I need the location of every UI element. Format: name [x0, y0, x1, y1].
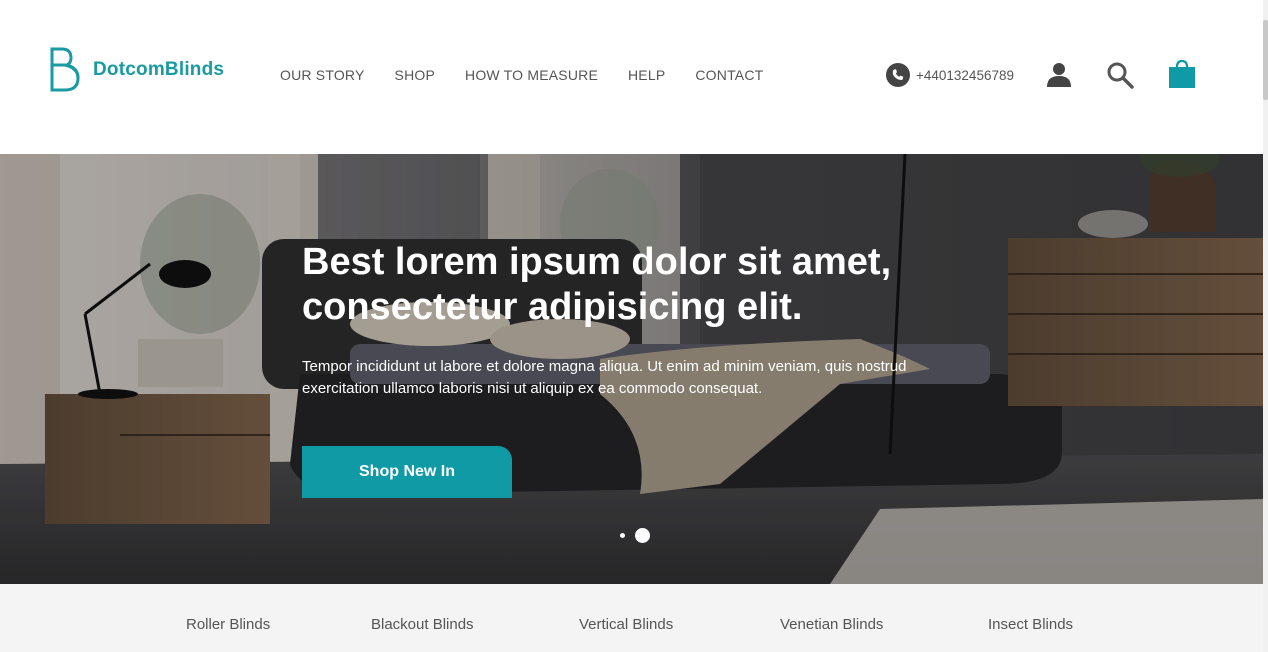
- nav-help[interactable]: HELP: [628, 67, 665, 83]
- main-nav: OUR STORY SHOP HOW TO MEASURE HELP CONTA…: [280, 67, 793, 83]
- cart-button[interactable]: [1168, 59, 1196, 94]
- hero-subtitle: Tempor incididunt ut labore et dolore ma…: [302, 356, 962, 400]
- site-header: DotcomBlinds OUR STORY SHOP HOW TO MEASU…: [0, 0, 1268, 154]
- nav-shop[interactable]: SHOP: [395, 67, 435, 83]
- category-vertical-blinds[interactable]: Vertical Blinds: [579, 616, 673, 633]
- user-icon: [1047, 63, 1071, 87]
- phone-link[interactable]: +440132456789: [886, 63, 1014, 87]
- hero-title: Best lorem ipsum dolor sit amet, consect…: [302, 240, 1022, 330]
- b-letter-logo-icon: [50, 47, 80, 92]
- search-icon: [1107, 62, 1134, 89]
- phone-icon: [886, 63, 910, 87]
- nav-how-to-measure[interactable]: HOW TO MEASURE: [465, 67, 598, 83]
- scrollbar-thumb[interactable]: [1263, 20, 1268, 100]
- category-blackout-blinds[interactable]: Blackout Blinds: [371, 616, 474, 633]
- category-roller-blinds[interactable]: Roller Blinds: [186, 616, 270, 633]
- account-button[interactable]: [1046, 61, 1072, 92]
- hero-subtitle-line-1: Tempor incididunt ut labore et dolore ma…: [302, 358, 907, 375]
- carousel-dot-1[interactable]: [620, 533, 625, 538]
- brand-logo[interactable]: DotcomBlinds: [49, 47, 224, 92]
- shop-new-in-button[interactable]: Shop New In: [302, 446, 512, 498]
- phone-number: +440132456789: [916, 67, 1014, 83]
- page-scrollbar[interactable]: [1263, 0, 1268, 652]
- brand-name: DotcomBlinds: [93, 58, 225, 80]
- category-insect-blinds[interactable]: Insect Blinds: [988, 616, 1073, 633]
- hero-banner: Best lorem ipsum dolor sit amet, consect…: [0, 154, 1263, 584]
- hero-title-line-1: Best lorem ipsum dolor sit amet,: [302, 241, 892, 283]
- shopping-bag-icon: [1169, 59, 1195, 88]
- hero-title-line-2: consectetur adipisicing elit.: [302, 286, 803, 328]
- category-bar: Roller Blinds Blackout Blinds Vertical B…: [0, 584, 1263, 652]
- carousel-dot-2-active[interactable]: [635, 528, 650, 543]
- nav-contact[interactable]: CONTACT: [695, 67, 763, 83]
- carousel-dots: [620, 528, 650, 543]
- nav-our-story[interactable]: OUR STORY: [280, 67, 365, 83]
- category-venetian-blinds[interactable]: Venetian Blinds: [780, 616, 883, 633]
- hero-subtitle-line-2: exercitation ullamco laboris nisi ut ali…: [302, 380, 763, 397]
- search-button[interactable]: [1106, 61, 1134, 94]
